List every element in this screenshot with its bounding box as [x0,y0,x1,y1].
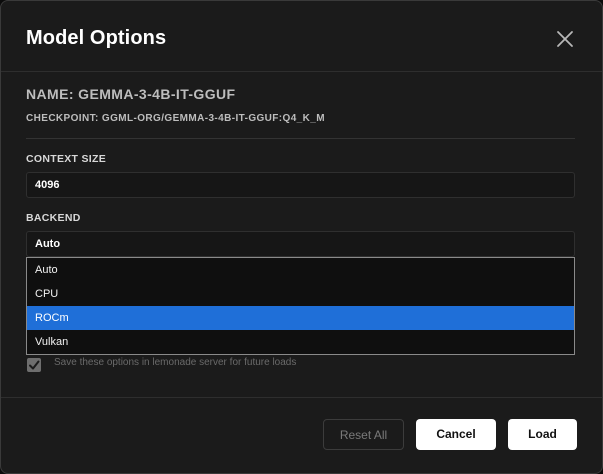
model-options-dialog: Model Options NAME: GEMMA-3-4B-IT-GGUF C… [0,0,603,474]
context-size-value: 4096 [35,179,60,191]
backend-option-cpu[interactable]: CPU [27,282,574,306]
close-icon [557,31,573,47]
footer-divider [1,397,602,398]
context-size-label: CONTEXT SIZE [26,153,107,165]
backend-dropdown-list: Auto CPU ROCm Vulkan [26,257,575,355]
backend-label: BACKEND [26,212,81,224]
reset-all-button[interactable]: Reset All [323,419,404,450]
cancel-button[interactable]: Cancel [416,419,496,450]
backend-selected-value: Auto [35,238,61,250]
model-checkpoint: CHECKPOINT: GGML-ORG/GEMMA-3-4B-IT-GGUF:… [26,113,325,124]
divider [26,138,575,139]
backend-option-auto[interactable]: Auto [27,258,574,282]
save-options-checkbox[interactable] [27,358,41,372]
close-button[interactable] [554,28,576,50]
backend-select[interactable]: Auto [26,231,575,257]
dialog-header: Model Options [1,1,602,72]
backend-option-rocm[interactable]: ROCm [27,306,574,330]
context-size-input[interactable]: 4096 [26,172,575,198]
dialog-title: Model Options [26,27,167,49]
checkmark-icon [29,360,40,370]
save-options-label: Save these options in lemonade server fo… [54,357,297,368]
backend-option-vulkan[interactable]: Vulkan [27,330,574,354]
load-button[interactable]: Load [508,419,577,450]
model-name: NAME: GEMMA-3-4B-IT-GGUF [26,86,236,102]
